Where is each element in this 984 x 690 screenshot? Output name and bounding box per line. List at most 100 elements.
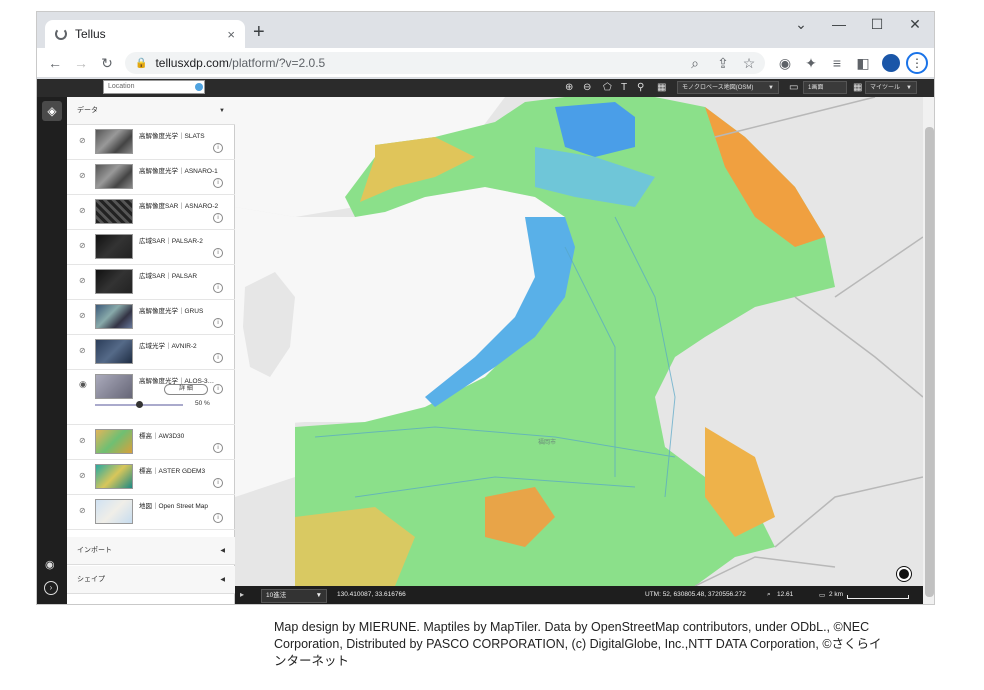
profile-avatar[interactable] xyxy=(882,54,900,72)
layer-name: 高解像度光学｜SLATS xyxy=(139,133,205,140)
camera-extension-icon[interactable]: ◉ xyxy=(775,54,795,72)
eye-off-icon[interactable]: ⊘ xyxy=(79,136,86,145)
eye-off-icon[interactable]: ⊘ xyxy=(79,171,86,180)
tab-close-icon[interactable]: × xyxy=(227,27,235,42)
map-canvas[interactable]: 福岡市 xyxy=(235,97,923,586)
minimize-button[interactable]: — xyxy=(827,16,851,32)
arrow-right-icon[interactable]: › xyxy=(44,581,58,595)
eye-off-icon[interactable]: ⊘ xyxy=(79,241,86,250)
layer-row[interactable]: ⊘ 広域SAR｜PALSAR i xyxy=(67,265,235,300)
info-icon[interactable]: i xyxy=(213,213,223,223)
extensions-icon[interactable]: ✦ xyxy=(801,54,821,72)
detail-button[interactable]: 詳 細 xyxy=(164,384,208,395)
layer-thumbnail xyxy=(95,304,133,329)
info-icon[interactable]: i xyxy=(213,443,223,453)
tab-title: Tellus xyxy=(75,27,106,41)
info-icon[interactable]: i xyxy=(213,353,223,363)
bookmark-star-icon[interactable]: ☆ xyxy=(739,54,759,72)
eye-off-icon[interactable]: ⊘ xyxy=(79,206,86,215)
info-icon[interactable]: i xyxy=(213,248,223,258)
info-icon[interactable]: i xyxy=(213,318,223,328)
opacity-value: 50 % xyxy=(195,400,210,407)
import-section-header[interactable]: インポート ◀ xyxy=(67,537,235,565)
tab-search-icon[interactable]: ⌄ xyxy=(789,16,813,33)
eye-off-icon[interactable]: ⊘ xyxy=(79,506,86,515)
scrollbar-thumb[interactable] xyxy=(925,127,934,597)
info-icon[interactable]: i xyxy=(213,283,223,293)
new-tab-button[interactable]: + xyxy=(253,22,265,42)
data-section-header[interactable]: データ ▼ xyxy=(67,97,235,125)
address-bar[interactable]: 🔒 tellusxdp.com /platform/?v=2.0.5 xyxy=(125,52,765,74)
browser-menu-button[interactable]: ⋮ xyxy=(906,52,928,74)
zoom-out-icon[interactable]: ⊖ xyxy=(583,81,591,95)
layer-row[interactable]: ⊘ 広域SAR｜PALSAR-2 i xyxy=(67,230,235,265)
eye-off-icon[interactable]: ⊘ xyxy=(79,311,86,320)
browser-window: Tellus × + ⌄ — ☐ ✕ ← → ↻ 🔒 tellusxdp.com… xyxy=(36,11,935,605)
layer-thumbnail xyxy=(95,374,133,399)
info-icon[interactable]: i xyxy=(213,513,223,523)
compass-icon[interactable] xyxy=(897,567,911,581)
page-scrollbar[interactable] xyxy=(923,97,934,604)
tab-tellus[interactable]: Tellus × xyxy=(45,20,245,48)
maximize-button[interactable]: ☐ xyxy=(865,16,889,33)
map-svg: 福岡市 xyxy=(235,97,923,586)
coord-system-select[interactable]: 10進法 ▼ xyxy=(261,589,327,603)
zoom-icon[interactable]: ⌕ xyxy=(685,54,705,72)
side-panel-icon[interactable]: ◧ xyxy=(853,54,873,72)
info-icon[interactable]: i xyxy=(213,143,223,153)
layer-row[interactable]: ⊘ 高解像度光学｜SLATS i xyxy=(67,125,235,160)
tab-strip: Tellus × + ⌄ — ☐ ✕ xyxy=(37,12,934,48)
location-input[interactable]: Location xyxy=(103,80,205,94)
scale-icon: ▭ xyxy=(819,592,826,599)
basemap-select[interactable]: モノクロベース地図(OSM) ▼ xyxy=(677,81,779,94)
layer-row[interactable]: ⊘ 標高｜AW3D30 i xyxy=(67,425,235,460)
share-icon[interactable]: ⇪ xyxy=(713,54,733,72)
screen-select[interactable]: 1画面 xyxy=(803,81,847,94)
tool-grid-icon[interactable]: ▦ xyxy=(853,81,862,95)
back-button[interactable]: ← xyxy=(45,54,65,72)
window-close-button[interactable]: ✕ xyxy=(903,16,927,33)
eye-off-icon[interactable]: ⊘ xyxy=(79,471,86,480)
reload-button[interactable]: ↻ xyxy=(97,54,117,72)
eye-off-icon[interactable]: ⊘ xyxy=(79,436,86,445)
layer-row[interactable]: ⊘ 高解像度SAR｜ASNARO-2 i xyxy=(67,195,235,230)
layer-row[interactable]: ⊘ 地図｜Open Street Map i xyxy=(67,495,235,530)
layer-thumbnail xyxy=(95,429,133,454)
layer-name: 標高｜ASTER GDEM3 xyxy=(139,468,206,475)
layer-row[interactable]: ◉ 高解像度光学｜ALOS-3… i 詳 細 50 % xyxy=(67,370,235,425)
eye-off-icon[interactable]: ⊘ xyxy=(79,346,86,355)
left-rail: ◈ ◉ › xyxy=(37,97,67,604)
browser-toolbar: ← → ↻ 🔒 tellusxdp.com /platform/?v=2.0.5… xyxy=(37,48,934,78)
layer-row[interactable]: ⊘ 高解像度光学｜ASNARO-1 i xyxy=(67,160,235,195)
text-tool-icon[interactable]: T xyxy=(621,81,627,95)
url-path: /platform/?v=2.0.5 xyxy=(228,56,326,70)
mytool-select-label: マイツール xyxy=(870,85,901,91)
zoom-in-icon[interactable]: ⊕ xyxy=(565,81,573,95)
zoom-readout: 12.61 xyxy=(777,591,794,598)
layer-name: 高解像度光学｜ASNARO-1 xyxy=(139,168,218,175)
reading-list-icon[interactable]: ≡ xyxy=(827,54,847,72)
location-search-icon[interactable] xyxy=(195,83,203,91)
layers-icon[interactable]: ◈ xyxy=(42,101,62,121)
layer-row[interactable]: ⊘ 高解像度光学｜GRUS i xyxy=(67,300,235,335)
pin-icon[interactable]: ⚲ xyxy=(637,81,644,95)
layer-row[interactable]: ⊘ 広域光学｜AVNIR-2 i xyxy=(67,335,235,370)
info-icon[interactable]: i xyxy=(213,384,223,394)
eye-off-icon[interactable]: ⊘ xyxy=(79,276,86,285)
opacity-slider-knob[interactable] xyxy=(136,401,143,408)
layer-thumbnail xyxy=(95,269,133,294)
polygon-icon[interactable]: ⬠ xyxy=(603,81,612,95)
info-icon[interactable]: i xyxy=(213,478,223,488)
mytool-select[interactable]: マイツール ▼ xyxy=(865,81,917,94)
layer-row[interactable]: ⊘ 標高｜ASTER GDEM3 i xyxy=(67,460,235,495)
eye-icon[interactable]: ◉ xyxy=(79,379,87,390)
loading-icon xyxy=(55,28,67,40)
layer-name: 標高｜AW3D30 xyxy=(139,433,185,440)
forward-button[interactable]: → xyxy=(71,54,91,72)
camera-icon[interactable]: ◉ xyxy=(45,558,55,571)
info-icon[interactable]: i xyxy=(213,178,223,188)
screen-icon[interactable]: ▭ xyxy=(789,81,798,95)
statusbar-toggle-icon[interactable]: ▸ xyxy=(240,590,244,599)
shape-section-header[interactable]: シェイプ ◀ xyxy=(67,566,235,594)
grid-icon[interactable]: ▦ xyxy=(657,81,666,95)
